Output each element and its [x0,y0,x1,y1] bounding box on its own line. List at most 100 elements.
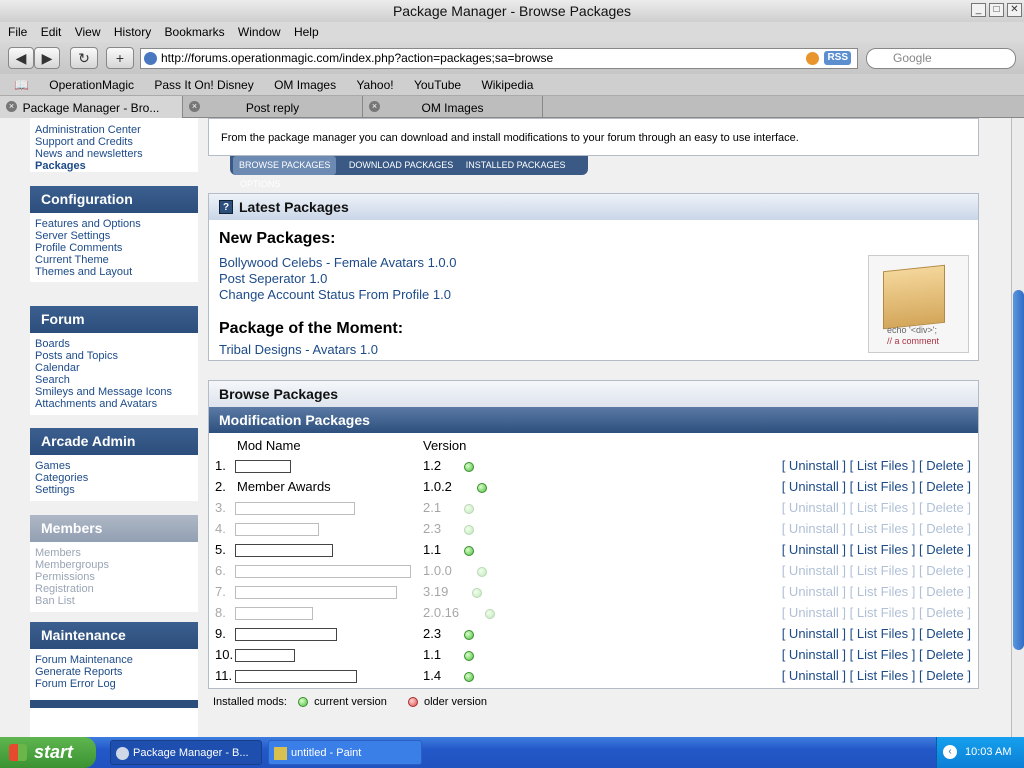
sidebar-link[interactable]: Settings [30,484,198,496]
close-tab-icon[interactable]: × [189,101,200,112]
sidebar-link[interactable]: Membergroups [30,559,198,571]
back-button[interactable]: ◀ [8,47,34,69]
mod-number: 7. [215,584,226,599]
mod-number: 8. [215,605,226,620]
bookmark-item[interactable]: OperationMagic [49,74,134,96]
tab-download-packages[interactable]: DOWNLOAD PACKAGES [349,156,453,175]
bookmark-item[interactable]: OM Images [274,74,336,96]
tab-options[interactable]: OPTIONS [240,175,281,194]
sidebar-link[interactable]: Smileys and Message Icons [30,386,198,398]
snapback-icon[interactable] [806,52,819,65]
tray-arrow-icon[interactable]: ‹ [943,745,957,759]
sidebar-link[interactable]: Generate Reports [30,666,198,678]
start-button[interactable]: start [0,737,96,768]
sidebar-link[interactable]: Games [30,460,198,472]
forward-button[interactable]: ▶ [34,47,60,69]
legend-label: Installed mods: [213,696,287,708]
sidebar-link[interactable]: News and newsletters [30,148,198,160]
maximize-button[interactable]: □ [989,3,1004,17]
sidebar-link[interactable]: Calendar [30,362,198,374]
bookmark-item[interactable]: Pass It On! Disney [154,74,253,96]
mod-row: 6. 1.0.0 [ Uninstall ] [ List Files ] [ De… [209,560,977,581]
sidebar-section-configuration: Configuration [30,186,198,213]
menu-file[interactable]: File [8,22,29,42]
sidebar-link[interactable]: Server Settings [30,230,198,242]
mod-actions[interactable]: [ Uninstall ] [ List Files ] [ Delete ] [782,539,971,560]
new-package-link[interactable]: Bollywood Celebs - Female Avatars 1.0.0 [219,255,457,270]
sidebar-link[interactable]: Members [30,547,198,559]
mod-actions[interactable]: [ Uninstall ] [ List Files ] [ Delete ] [782,602,971,623]
tab-package-manager[interactable]: × Package Manager - Bro... [0,96,183,118]
mod-actions[interactable]: [ Uninstall ] [ List Files ] [ Delete ] [782,644,971,665]
mod-actions[interactable]: [ Uninstall ] [ List Files ] [ Delete ] [782,518,971,539]
mod-row: 1. 1.2 [ Uninstall ] [ List Files ] [ Dele… [209,455,977,476]
reload-button[interactable]: ↻ [70,47,98,69]
minimize-button[interactable]: _ [971,3,986,17]
sidebar-link[interactable]: Ban List [30,595,198,607]
menu-help[interactable]: Help [294,22,321,42]
bookmark-item[interactable]: Wikipedia [481,74,533,96]
bookmark-item[interactable]: YouTube [414,74,461,96]
sidebar-link[interactable]: Administration Center [30,124,198,136]
sidebar-link[interactable]: Forum Maintenance [30,654,198,666]
sidebar-link[interactable]: Search [30,374,198,386]
vertical-scrollbar[interactable] [1011,118,1024,737]
sidebar-link[interactable]: Permissions [30,571,198,583]
scrollbar-thumb[interactable] [1013,290,1024,650]
menu-edit[interactable]: Edit [41,22,64,42]
legend-older: older version [424,696,487,708]
book-icon[interactable]: 📖 [14,74,29,96]
mod-actions[interactable]: [ Uninstall ] [ List Files ] [ Delete ] [782,476,971,497]
menu-view[interactable]: View [75,22,103,42]
tab-installed-packages[interactable]: INSTALLED PACKAGES [466,156,566,175]
tab-om-images[interactable]: × OM Images [363,96,543,118]
mod-actions[interactable]: [ Uninstall ] [ List Files ] [ Delete ] [782,455,971,476]
mod-actions[interactable]: [ Uninstall ] [ List Files ] [ Delete ] [782,581,971,602]
sidebar-section-arcade-admin: Arcade Admin [30,428,198,455]
sidebar-link[interactable]: Forum Error Log [30,678,198,690]
tab-browse-packages[interactable]: BROWSE PACKAGES [233,156,337,175]
redacted-mod-name [235,460,291,473]
page-viewport: Administration Center Support and Credit… [0,118,1011,737]
mod-actions[interactable]: [ Uninstall ] [ List Files ] [ Delete ] [782,623,971,644]
help-icon[interactable]: ? [219,200,233,214]
mod-number: 2. [215,479,226,494]
mod-actions[interactable]: [ Uninstall ] [ List Files ] [ Delete ] [782,665,971,686]
sidebar-link[interactable]: Profile Comments [30,242,198,254]
sidebar-link[interactable]: Support and Credits [30,136,198,148]
sidebar-link[interactable]: Registration [30,583,198,595]
mod-number: 9. [215,626,226,641]
mod-actions[interactable]: [ Uninstall ] [ List Files ] [ Delete ] [782,497,971,518]
menu-window[interactable]: Window [238,22,283,42]
sidebar-link[interactable]: Categories [30,472,198,484]
new-package-link[interactable]: Change Account Status From Profile 1.0 [219,287,451,302]
taskbar-item-paint[interactable]: untitled - Paint [268,740,422,765]
sidebar-link[interactable]: Themes and Layout [30,266,198,278]
rss-badge[interactable]: RSS [824,51,851,65]
sidebar-link-packages[interactable]: Packages [30,160,198,172]
sidebar-link[interactable]: Current Theme [30,254,198,266]
new-package-link[interactable]: Post Seperator 1.0 [219,271,327,286]
mod-version: 2.1 [423,500,442,515]
redacted-mod-name [235,628,337,641]
package-tabs: BROWSE PACKAGES DOWNLOAD PACKAGES INSTAL… [230,156,588,189]
sidebar-section-forum: Forum [30,306,198,333]
menu-bookmarks[interactable]: Bookmarks [165,22,227,42]
address-bar[interactable]: http://forums.operationmagic.com/index.p… [140,48,858,69]
mod-actions[interactable]: [ Uninstall ] [ List Files ] [ Delete ] [782,560,971,581]
close-tab-icon[interactable]: × [369,101,380,112]
mod-number: 10. [215,647,234,662]
add-bookmark-button[interactable]: + [106,47,134,69]
sidebar-link[interactable]: Posts and Topics [30,350,198,362]
menu-history[interactable]: History [114,22,153,42]
tab-post-reply[interactable]: × Post reply [183,96,363,118]
sidebar-link[interactable]: Boards [30,338,198,350]
bookmark-item[interactable]: Yahoo! [356,74,393,96]
close-button[interactable]: ✕ [1007,3,1022,17]
taskbar-item-browser[interactable]: Package Manager - B... [110,740,262,765]
sidebar-link[interactable]: Attachments and Avatars [30,398,198,410]
sidebar-link[interactable]: Features and Options [30,218,198,230]
package-moment-link[interactable]: Tribal Designs - Avatars 1.0 [219,342,378,357]
search-input[interactable]: Google [866,48,1016,69]
close-tab-icon[interactable]: × [6,101,17,112]
